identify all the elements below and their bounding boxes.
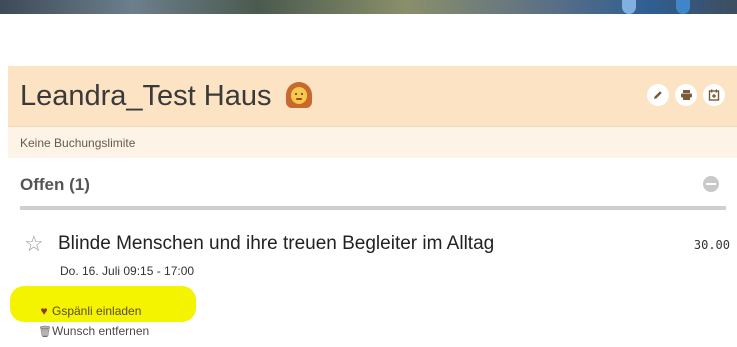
invite-friend-link[interactable]: ♥ Gspänli einladen [38, 304, 141, 318]
section-title[interactable]: Offen (1) [20, 173, 90, 197]
pencil-icon[interactable] [647, 84, 669, 106]
invite-label: Gspänli einladen [52, 304, 142, 318]
header-actions [647, 84, 725, 106]
banner-detail [622, 0, 636, 14]
page-title-text: Leandra_Test Haus [20, 80, 272, 112]
heart-icon: ♥ [40, 304, 48, 318]
booking-card: Leandra_Test Haus Keine Buchungslimite O… [8, 66, 737, 347]
booking-limit-info: Keine Buchungslimite [8, 126, 737, 158]
girl-emoji-icon [284, 80, 314, 110]
print-icon[interactable] [675, 84, 697, 106]
calendar-icon[interactable] [703, 84, 725, 106]
banner-detail [676, 0, 690, 14]
top-banner-image [0, 0, 737, 14]
page-title: Leandra_Test Haus [20, 78, 314, 114]
card-header: Leandra_Test Haus [8, 66, 737, 126]
section-divider [20, 206, 726, 210]
event-row: ☆ Blinde Menschen und ihre treuen Beglei… [20, 230, 730, 260]
trash-icon: 🗑 [38, 326, 52, 338]
collapse-icon[interactable] [703, 176, 719, 192]
event-price: 30.00 [693, 238, 730, 252]
remove-label: Wunsch entfernen [52, 324, 150, 338]
star-icon[interactable]: ☆ [24, 232, 44, 256]
remove-wish-link[interactable]: 🗑Wunsch entfernen [38, 324, 149, 338]
event-title[interactable]: Blinde Menschen und ihre treuen Begleite… [58, 232, 494, 256]
event-date: Do. 16. Juli 09:15 - 17:00 [60, 264, 195, 278]
